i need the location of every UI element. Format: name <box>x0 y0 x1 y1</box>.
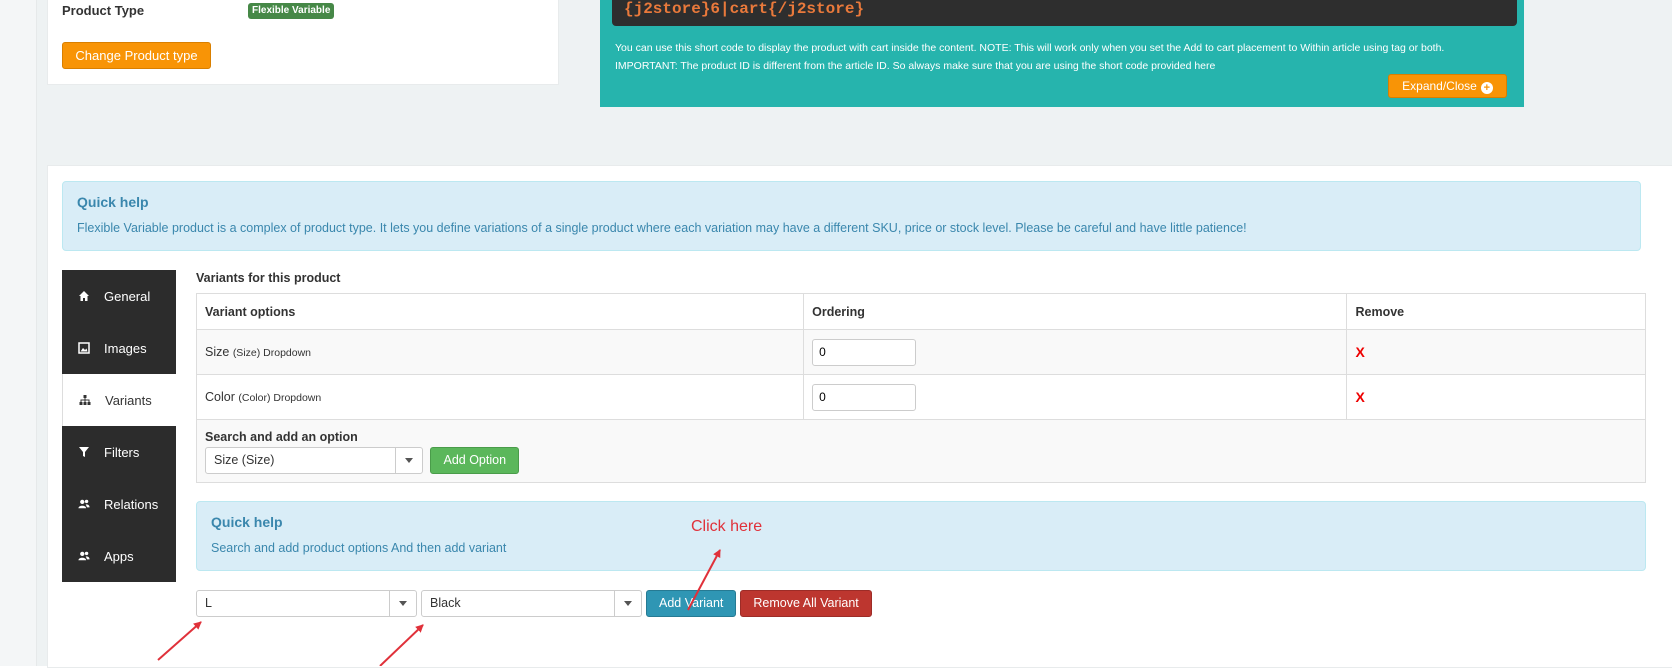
shortcode-notes: You can use this short code to display t… <box>615 39 1515 75</box>
add-variant-row: L Black Add Variant Remove All Variant <box>196 590 872 617</box>
table-row: Size (Size) Dropdown X <box>195 329 1646 375</box>
tab-label: Filters <box>104 444 140 460</box>
product-tabs-nav: General Images Variants Filters Relation… <box>62 270 176 582</box>
remove-cell: X <box>1346 329 1646 375</box>
quick-help-title: Quick help <box>211 514 283 530</box>
variant-option-cell: Color (Color) Dropdown <box>195 374 805 420</box>
change-product-type-button[interactable]: Change Product type <box>62 42 211 69</box>
chevron-down-icon <box>614 591 641 616</box>
ordering-cell <box>803 329 1348 375</box>
plus-circle-icon: + <box>1480 82 1493 94</box>
color-variant-select[interactable]: Black <box>421 590 642 617</box>
tab-filters[interactable]: Filters <box>62 426 176 478</box>
shortcode-panel: {j2store}6|cart{/j2store} You can use th… <box>600 0 1524 107</box>
quick-help-box: Quick help Flexible Variable product is … <box>62 181 1641 251</box>
tab-label: Variants <box>105 392 152 408</box>
home-icon <box>78 290 90 302</box>
tab-label: Apps <box>104 548 134 564</box>
search-option-cell: Search and add an option Size (Size) Add… <box>196 419 1646 483</box>
users-icon <box>78 498 90 510</box>
search-option-row: Search and add an option Size (Size) Add… <box>196 419 1646 483</box>
size-variant-select[interactable]: L <box>196 590 417 617</box>
column-header-ordering: Ordering <box>803 293 1348 330</box>
users-icon <box>78 550 90 562</box>
product-type-badge: Flexible Variable <box>248 3 335 19</box>
filter-icon <box>78 446 90 458</box>
remove-cell: X <box>1346 374 1646 420</box>
column-header-variant-options: Variant options <box>195 293 805 330</box>
shortcode-text: {j2store}6|cart{/j2store} <box>612 0 1517 26</box>
remove-all-variant-button[interactable]: Remove All Variant <box>740 590 872 617</box>
remove-option-button[interactable]: X <box>1355 389 1364 405</box>
variants-section-title: Variants for this product <box>196 271 341 285</box>
chevron-down-icon <box>389 591 416 616</box>
tab-general[interactable]: General <box>62 270 176 322</box>
quick-help-title: Quick help <box>77 194 149 210</box>
option-search-select[interactable]: Size (Size) <box>205 447 423 474</box>
quick-help-text: Search and add product options And then … <box>211 541 507 555</box>
remove-option-button[interactable]: X <box>1355 344 1364 360</box>
ordering-input[interactable] <box>812 383 917 411</box>
tab-label: Images <box>104 340 147 356</box>
expand-close-label: Expand/Close <box>1402 79 1477 93</box>
shortcode-note: You can use this short code to display t… <box>615 42 1445 54</box>
search-option-label: Search and add an option <box>205 430 358 444</box>
left-edge-strip <box>0 0 37 666</box>
option-name: Color <box>205 390 235 404</box>
chevron-down-icon <box>395 448 422 473</box>
column-header-remove: Remove <box>1346 293 1646 330</box>
option-meta: (Color) Dropdown <box>238 392 322 404</box>
tab-relations[interactable]: Relations <box>62 478 176 530</box>
quick-help-box-variants: Quick help Search and add product option… <box>196 501 1646 571</box>
product-type-label: Product Type <box>62 3 145 18</box>
table-header-row: Variant options Ordering Remove <box>195 293 1646 330</box>
tab-variants[interactable]: Variants <box>62 374 176 426</box>
image-icon <box>78 342 90 354</box>
tab-images[interactable]: Images <box>62 322 176 374</box>
click-here-annotation: Click here <box>691 518 763 535</box>
ordering-input[interactable] <box>812 338 917 366</box>
add-option-button[interactable]: Add Option <box>430 447 520 474</box>
tab-apps[interactable]: Apps <box>62 530 176 582</box>
add-variant-button[interactable]: Add Variant <box>646 590 737 617</box>
ordering-cell <box>803 374 1348 420</box>
sitemap-icon <box>79 394 91 406</box>
variant-option-cell: Size (Size) Dropdown <box>195 329 805 375</box>
option-meta: (Size) Dropdown <box>232 347 312 359</box>
tab-label: Relations <box>104 496 159 512</box>
size-variant-value: L <box>205 596 212 610</box>
option-search-value: Size (Size) <box>214 453 275 467</box>
option-name: Size <box>205 345 230 359</box>
shortcode-important-note: IMPORTANT: The product ID is different f… <box>615 60 1216 72</box>
quick-help-text: Flexible Variable product is a complex o… <box>77 221 1247 235</box>
table-row: Color (Color) Dropdown X <box>195 374 1646 420</box>
color-variant-value: Black <box>430 596 461 610</box>
variant-options-table: Variant options Ordering Remove Size (Si… <box>195 293 1646 483</box>
expand-close-button[interactable]: Expand/Close + <box>1388 74 1507 98</box>
tab-label: General <box>104 288 151 304</box>
